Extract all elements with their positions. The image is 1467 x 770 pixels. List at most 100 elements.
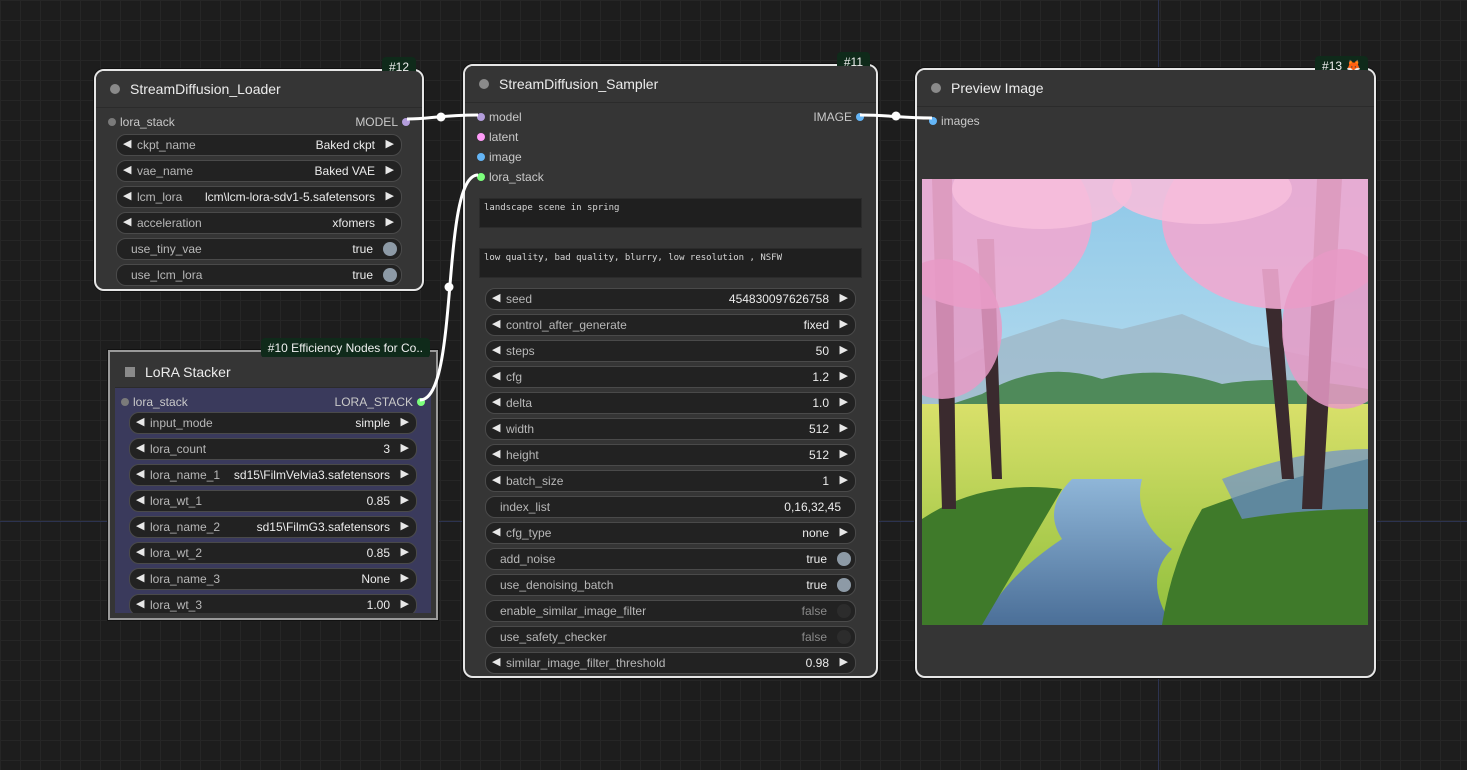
negative-prompt-textarea[interactable]: low quality, bad quality, blurry, low re… — [479, 248, 862, 278]
widget-add-noise[interactable]: add_noise true — [485, 548, 856, 570]
collapse-dot-icon[interactable] — [110, 84, 120, 94]
decrement-arrow-icon[interactable]: ◀ — [136, 545, 144, 558]
decrement-arrow-icon[interactable]: ◀ — [123, 163, 131, 176]
decrement-arrow-icon[interactable]: ◀ — [492, 369, 500, 382]
sampler-input-image[interactable]: image — [477, 147, 522, 167]
widget-lora-name-3[interactable]: ◀ lora_name_3 None ▶ — [129, 568, 417, 590]
widget-delta[interactable]: ◀ delta 1.0 ▶ — [485, 392, 856, 414]
decrement-arrow-icon[interactable]: ◀ — [492, 317, 500, 330]
widget-enable-similar-image-filter[interactable]: enable_similar_image_filter false — [485, 600, 856, 622]
collapse-square-icon[interactable] — [125, 367, 135, 377]
increment-arrow-icon[interactable]: ▶ — [401, 441, 409, 454]
increment-arrow-icon[interactable]: ▶ — [386, 163, 394, 176]
widget-similar-image-filter-threshold[interactable]: ◀ similar_image_filter_threshold 0.98 ▶ — [485, 652, 856, 674]
decrement-arrow-icon[interactable]: ◀ — [492, 421, 500, 434]
preview-node[interactable]: #13 🦊 Preview Image images — [915, 56, 1376, 678]
widget-lora-wt-1[interactable]: ◀ lora_wt_1 0.85 ▶ — [129, 490, 417, 512]
increment-arrow-icon[interactable]: ▶ — [401, 467, 409, 480]
slot-dot-icon[interactable] — [929, 117, 937, 125]
loader-output-model[interactable]: MODEL — [355, 112, 410, 132]
widget-batch-size[interactable]: ◀ batch_size 1 ▶ — [485, 470, 856, 492]
loader-input-lora-stack[interactable]: lora_stack — [108, 112, 175, 132]
preview-title-bar[interactable]: Preview Image — [917, 70, 1374, 107]
sampler-input-lora-stack[interactable]: lora_stack — [477, 167, 544, 187]
positive-prompt-textarea[interactable]: landscape scene in spring — [479, 198, 862, 228]
widget-cfg-type[interactable]: ◀ cfg_type none ▶ — [485, 522, 856, 544]
widget-use-tiny-vae[interactable]: use_tiny_vae true — [116, 238, 402, 260]
slot-dot-icon[interactable] — [417, 398, 425, 406]
toggle-knob-icon[interactable] — [837, 630, 851, 644]
widget-vae-name[interactable]: ◀ vae_name Baked VAE ▶ — [116, 160, 402, 182]
increment-arrow-icon[interactable]: ▶ — [840, 655, 848, 668]
widget-control-after-generate[interactable]: ◀ control_after_generate fixed ▶ — [485, 314, 856, 336]
sampler-output-image[interactable]: IMAGE — [813, 107, 864, 127]
widget-lora-name-2[interactable]: ◀ lora_name_2 sd15\FilmG3.safetensors ▶ — [129, 516, 417, 538]
toggle-knob-icon[interactable] — [837, 578, 851, 592]
increment-arrow-icon[interactable]: ▶ — [401, 493, 409, 506]
widget-height[interactable]: ◀ height 512 ▶ — [485, 444, 856, 466]
decrement-arrow-icon[interactable]: ◀ — [123, 215, 131, 228]
slot-dot-icon[interactable] — [477, 153, 485, 161]
increment-arrow-icon[interactable]: ▶ — [840, 395, 848, 408]
wire-midpoint-dot[interactable] — [891, 111, 901, 121]
increment-arrow-icon[interactable]: ▶ — [840, 291, 848, 304]
widget-lora-name-1[interactable]: ◀ lora_name_1 sd15\FilmVelvia3.safetenso… — [129, 464, 417, 486]
decrement-arrow-icon[interactable]: ◀ — [492, 525, 500, 538]
increment-arrow-icon[interactable]: ▶ — [386, 215, 394, 228]
decrement-arrow-icon[interactable]: ◀ — [136, 519, 144, 532]
stacker-output-lora-stack[interactable]: LORA_STACK — [335, 392, 425, 412]
decrement-arrow-icon[interactable]: ◀ — [492, 447, 500, 460]
wire-midpoint-dot[interactable] — [436, 112, 446, 122]
slot-dot-icon[interactable] — [402, 118, 410, 126]
toggle-knob-icon[interactable] — [837, 604, 851, 618]
toggle-knob-icon[interactable] — [837, 552, 851, 566]
increment-arrow-icon[interactable]: ▶ — [840, 343, 848, 356]
slot-dot-icon[interactable] — [477, 113, 485, 121]
widget-acceleration[interactable]: ◀ acceleration xfomers ▶ — [116, 212, 402, 234]
increment-arrow-icon[interactable]: ▶ — [401, 597, 409, 610]
increment-arrow-icon[interactable]: ▶ — [386, 137, 394, 150]
lora-stacker-node[interactable]: #10 Efficiency Nodes for Co.. LoRA Stack… — [108, 338, 438, 620]
preview-input-images[interactable]: images — [929, 111, 980, 131]
sampler-input-model[interactable]: model — [477, 107, 522, 127]
sampler-input-latent[interactable]: latent — [477, 127, 518, 147]
widget-use-denoising-batch[interactable]: use_denoising_batch true — [485, 574, 856, 596]
widget-lora-wt-3[interactable]: ◀ lora_wt_3 1.00 ▶ — [129, 594, 417, 613]
decrement-arrow-icon[interactable]: ◀ — [136, 571, 144, 584]
widget-index-list[interactable]: index_list 0,16,32,45 — [485, 496, 856, 518]
decrement-arrow-icon[interactable]: ◀ — [136, 467, 144, 480]
decrement-arrow-icon[interactable]: ◀ — [492, 291, 500, 304]
slot-dot-icon[interactable] — [121, 398, 129, 406]
lora-stacker-title-bar[interactable]: LoRA Stacker — [115, 357, 431, 388]
decrement-arrow-icon[interactable]: ◀ — [136, 597, 144, 610]
increment-arrow-icon[interactable]: ▶ — [840, 421, 848, 434]
slot-dot-icon[interactable] — [108, 118, 116, 126]
decrement-arrow-icon[interactable]: ◀ — [123, 137, 131, 150]
loader-node[interactable]: #12 StreamDiffusion_Loader lora_stack MO… — [94, 57, 424, 291]
slot-dot-icon[interactable] — [856, 113, 864, 121]
sampler-node[interactable]: #11 StreamDiffusion_Sampler model IMAGE … — [463, 52, 878, 678]
toggle-knob-icon[interactable] — [383, 268, 397, 282]
widget-lora-count[interactable]: ◀ lora_count 3 ▶ — [129, 438, 417, 460]
increment-arrow-icon[interactable]: ▶ — [840, 473, 848, 486]
widget-input-mode[interactable]: ◀ input_mode simple ▶ — [129, 412, 417, 434]
decrement-arrow-icon[interactable]: ◀ — [136, 415, 144, 428]
widget-seed[interactable]: ◀ seed 454830097626758 ▶ — [485, 288, 856, 310]
sampler-title-bar[interactable]: StreamDiffusion_Sampler — [465, 66, 876, 103]
slot-dot-icon[interactable] — [477, 133, 485, 141]
decrement-arrow-icon[interactable]: ◀ — [492, 655, 500, 668]
widget-lora-wt-2[interactable]: ◀ lora_wt_2 0.85 ▶ — [129, 542, 417, 564]
widget-use-safety-checker[interactable]: use_safety_checker false — [485, 626, 856, 648]
decrement-arrow-icon[interactable]: ◀ — [136, 493, 144, 506]
widget-cfg[interactable]: ◀ cfg 1.2 ▶ — [485, 366, 856, 388]
increment-arrow-icon[interactable]: ▶ — [840, 525, 848, 538]
widget-use-lcm-lora[interactable]: use_lcm_lora true — [116, 264, 402, 286]
slot-dot-icon[interactable] — [477, 173, 485, 181]
wire-midpoint-dot[interactable] — [444, 282, 454, 292]
increment-arrow-icon[interactable]: ▶ — [401, 415, 409, 428]
collapse-dot-icon[interactable] — [931, 83, 941, 93]
decrement-arrow-icon[interactable]: ◀ — [492, 343, 500, 356]
stacker-input-lora-stack[interactable]: lora_stack — [121, 392, 188, 412]
increment-arrow-icon[interactable]: ▶ — [401, 571, 409, 584]
widget-ckpt-name[interactable]: ◀ ckpt_name Baked ckpt ▶ — [116, 134, 402, 156]
